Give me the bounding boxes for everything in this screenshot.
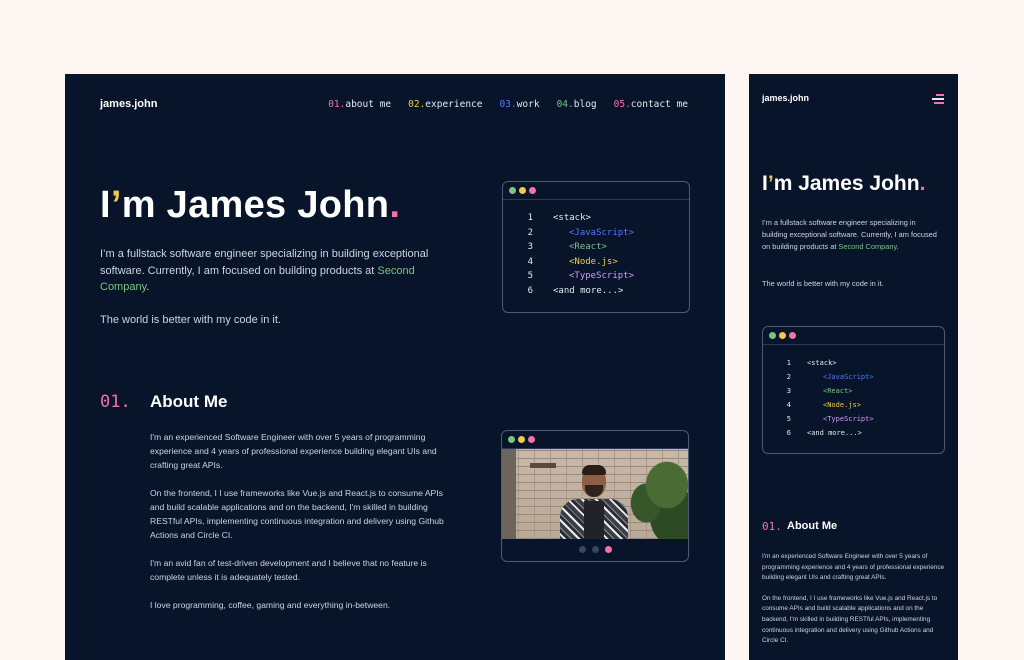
green-dot-icon — [769, 332, 776, 339]
red-dot-icon — [528, 436, 535, 443]
code-line: 1 <stack> — [786, 359, 837, 367]
code-line: 4 <Node.js> — [786, 401, 861, 409]
nav-item-about[interactable]: 01.about me — [328, 99, 391, 110]
code-line: 5 <TypeScript> — [527, 271, 635, 281]
yellow-dot-icon — [779, 332, 786, 339]
mobile-preview: james.john I’m James John. I’m a fullsta… — [749, 74, 958, 660]
site-logo[interactable]: james.john — [762, 93, 809, 103]
red-dot-icon — [529, 187, 536, 194]
code-line: 4 <Node.js> — [527, 256, 618, 267]
green-dot-icon — [509, 187, 516, 194]
nav-item-work[interactable]: 03.work — [500, 99, 540, 110]
yellow-dot-icon — [518, 436, 525, 443]
code-block: 1 <stack> 2 <JavaScript> 3 <React> 4 <Node.j… — [503, 200, 689, 298]
nav-item-contact[interactable]: 05.contact me — [614, 99, 688, 110]
section-title: About Me — [150, 392, 228, 411]
nav-item-blog[interactable]: 04.blog — [557, 99, 597, 110]
mic-icon[interactable] — [578, 546, 586, 553]
code-window: 1 <stack> 2 <JavaScript> 3 <React> 4 <Node.j… — [502, 181, 690, 313]
section-number: 01. — [100, 392, 131, 412]
code-line: 6 <and more...> — [527, 285, 624, 296]
hero-intro: I’m a fullstack software engineer specia… — [100, 248, 429, 293]
code-line: 3 <React> — [527, 242, 607, 252]
window-controls — [763, 327, 944, 345]
profile-photo — [502, 449, 688, 539]
site-logo[interactable]: james.john — [100, 98, 157, 110]
window-controls — [502, 431, 688, 449]
code-line: 3 <React> — [786, 387, 853, 395]
code-line: 6 <and more...> — [786, 429, 862, 437]
nav-item-experience[interactable]: 02.experience — [408, 99, 482, 110]
hamburger-menu-icon[interactable] — [932, 94, 944, 104]
end-call-icon[interactable] — [604, 546, 612, 553]
hero-title: I’m James John. — [100, 184, 401, 226]
hero-title: I’m James John. — [762, 172, 926, 195]
camera-icon[interactable] — [591, 546, 599, 553]
video-controls — [502, 539, 688, 553]
code-block: 1 <stack> 2 <JavaScript> 3 <React> 4 <Node.j… — [763, 345, 944, 440]
code-line: 1 <stack> — [527, 213, 591, 223]
green-dot-icon — [508, 436, 515, 443]
section-number: 01. — [762, 520, 782, 533]
hero-tagline: The world is better with my code in it. — [100, 314, 281, 326]
section-title: About Me — [787, 520, 838, 532]
company-link[interactable]: Second Company — [838, 242, 896, 251]
code-line: 5 <TypeScript> — [786, 415, 874, 423]
red-dot-icon — [789, 332, 796, 339]
code-line: 2 <JavaScript> — [527, 227, 635, 238]
desktop-preview: james.john 01.about me 02.experience 03.… — [65, 74, 725, 660]
code-line: 2 <JavaScript> — [786, 373, 874, 381]
code-window: 1 <stack> 2 <JavaScript> 3 <React> 4 <Node.j… — [762, 326, 945, 454]
main-nav: 01.about me 02.experience 03.work 04.blo… — [328, 99, 688, 110]
yellow-dot-icon — [519, 187, 526, 194]
about-text: I'm an experienced Software Engineer wit… — [762, 553, 945, 645]
window-controls — [503, 182, 689, 200]
video-window — [501, 430, 689, 562]
hero-tagline: The world is better with my code in it. — [762, 279, 884, 288]
hero-intro: I’m a fullstack software engineer specia… — [762, 218, 937, 251]
about-text: I'm an experienced Software Engineer wit… — [150, 432, 444, 610]
